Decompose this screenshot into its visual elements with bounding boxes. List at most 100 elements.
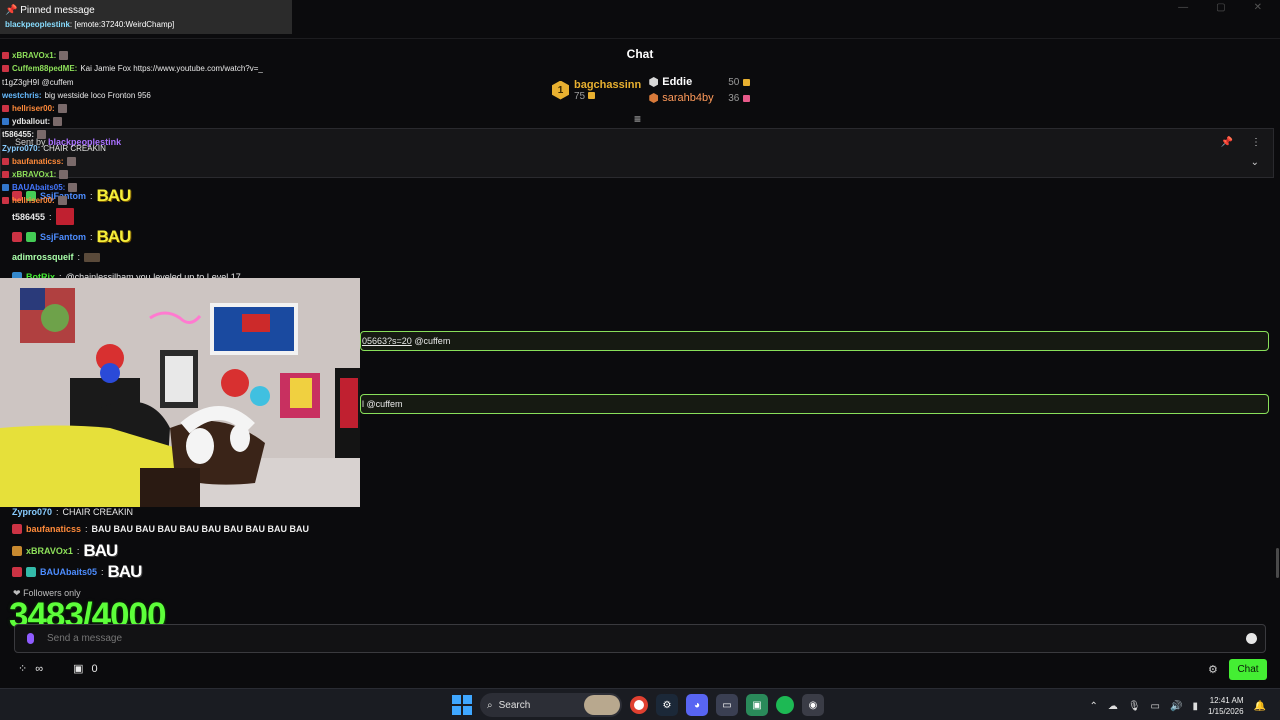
leaderboard-rank-3[interactable]: sarahb4by 36 [649, 92, 751, 104]
chat-message: BAUAbaits05: BAU [12, 562, 143, 582]
overlay-username: hellriser00: [12, 196, 55, 206]
overlay-username: xBRAVOx1: [12, 169, 57, 179]
link-text[interactable]: l [362, 399, 364, 409]
overlay-chat-line: xBRAVOx1: [2, 49, 302, 62]
overlay-username: hellriser00: [12, 103, 55, 113]
emote-icon [55, 208, 74, 225]
settings-gear-icon[interactable]: ⚙ [1208, 663, 1218, 676]
badge-icon [12, 232, 22, 242]
app-icon[interactable]: ▣ [746, 694, 768, 716]
gift-icon[interactable]: ▣ [73, 662, 83, 675]
microphone-icon[interactable] [27, 633, 34, 644]
overlay-chat-line: Cuffem88pedME: Kai Jamie Fox https://www.… [2, 62, 302, 75]
username[interactable]: xBRAVOx1 [26, 546, 73, 556]
overlay-username: baufanaticss: [12, 156, 64, 166]
maximize-icon[interactable]: ▢ [1216, 2, 1225, 13]
username[interactable]: BAUAbaits05 [40, 567, 97, 577]
close-icon[interactable]: ✕ [1254, 2, 1262, 13]
window-controls: — ▢ ✕ [1178, 2, 1262, 13]
chrome-active-icon[interactable]: ◉ [802, 694, 824, 716]
overlay-message-text: Kai Jamie Fox https://www.youtube.com/wa… [80, 64, 263, 74]
chat-message: SsjFantom: BAU [12, 227, 131, 247]
battery-icon[interactable]: ▮ [1192, 701, 1198, 712]
overlay-username: t586455: [2, 130, 35, 140]
overlay-username: BAUAbaits05: [12, 183, 66, 193]
username[interactable]: t586455 [12, 212, 45, 222]
badge-icon [2, 197, 9, 205]
infinity-icon[interactable]: ∞ [35, 663, 43, 675]
message-text: BAU BAU BAU BAU BAU BAU BAU BAU BAU BAU [91, 524, 310, 534]
badge-icon [2, 105, 9, 113]
leaderboard-points: 50 [728, 76, 740, 88]
badge-icon [12, 567, 22, 577]
chat-message: baufanaticss: BAU BAU BAU BAU BAU BAU BA… [12, 524, 309, 534]
emote-icon [59, 169, 69, 179]
mic-tray-icon[interactable]: 🎙 [1128, 701, 1141, 712]
minimize-icon[interactable]: — [1178, 2, 1188, 13]
leaderboard-rank-1[interactable]: 1 bagchassinn 75 [552, 76, 641, 104]
chat-send-button[interactable]: Chat [1229, 659, 1267, 680]
chat-message: adimrossqueif: [12, 252, 101, 262]
volume-icon[interactable]: 🔊 [1170, 701, 1182, 712]
overlay-chat-line: hellriser00: [2, 194, 302, 207]
message-input[interactable] [47, 633, 1197, 644]
leaderboard: 1 bagchassinn 75 Eddie 50 sarahb4by 36 [552, 76, 751, 104]
pin-icon[interactable]: 📌 [1221, 137, 1233, 148]
bau-emote: BAU [107, 562, 143, 581]
overlay-chat-line: westchris: big westside loco Fronton 956 [2, 89, 302, 102]
chevron-down-icon[interactable]: ⌄ [1251, 157, 1259, 168]
emote-icon [59, 51, 69, 61]
overlay-chat-line: baufanaticss: [2, 155, 302, 168]
mention-message: 05663?s=20 @cuffem [360, 331, 1269, 351]
bronze-medal-icon [649, 93, 659, 103]
spotify-icon[interactable] [776, 696, 794, 714]
chat-scrollbar[interactable] [1276, 548, 1279, 578]
coin-icon [743, 78, 751, 86]
overlay-username: ydballout: [12, 117, 51, 127]
taskbar-search-label: Search [498, 699, 531, 711]
username[interactable]: SsjFantom [40, 232, 86, 242]
windows-start-icon[interactable] [452, 695, 472, 715]
username[interactable]: adimrossqueif [12, 252, 74, 262]
emote-icon [84, 252, 101, 262]
badge-icon [12, 524, 22, 534]
overlay-chat-line: ydballout: [2, 115, 302, 128]
username[interactable]: baufanaticss [26, 524, 81, 534]
username[interactable]: Zypro070 [12, 507, 52, 517]
overlay-chat-line: xBRAVOx1: [2, 168, 302, 181]
steam-icon[interactable]: ⚙ [656, 694, 678, 716]
emote-icon [57, 104, 67, 114]
more-options-icon[interactable]: ⋮ [1251, 137, 1261, 148]
overlay-chat-line: BAUAbaits05: [2, 181, 302, 194]
search-icon: ⌕ [487, 699, 493, 711]
taskbar-search[interactable]: ⌕ Search [480, 693, 622, 717]
discord-icon[interactable]: ◕ [686, 694, 708, 716]
overlay-chat: xBRAVOx1: Cuffem88pedME: Kai Jamie Fox htt… [2, 36, 302, 207]
expand-leaderboard-icon[interactable]: ≡ [634, 112, 641, 126]
mention-text[interactable]: @cuffem [414, 336, 450, 346]
mention-text[interactable]: @cuffem [367, 399, 403, 409]
app-icon[interactable]: ▭ [716, 694, 738, 716]
leaderboard-points: 36 [728, 92, 740, 104]
chat-message: xBRAVOx1: BAU [12, 541, 118, 561]
share-icon[interactable]: ⁘ [18, 662, 27, 675]
taskbar-clock[interactable]: 12:41 AM 1/15/2026 [1208, 695, 1244, 717]
emoji-icon[interactable] [1246, 633, 1257, 644]
network-icon[interactable]: ▭ [1151, 701, 1160, 712]
leaderboard-rank-2[interactable]: Eddie 50 [649, 76, 751, 88]
leaderboard-name: sarahb4by [662, 92, 714, 104]
subscriber-badge-icon [26, 567, 36, 577]
cloud-icon[interactable]: ☁ [1108, 701, 1118, 712]
chrome-icon[interactable] [630, 696, 648, 714]
emote-icon [57, 196, 67, 206]
chevron-up-icon[interactable]: ⌃ [1089, 701, 1097, 712]
message-input-box[interactable] [14, 624, 1266, 653]
silver-medal-icon [649, 77, 659, 87]
link-text[interactable]: 05663?s=20 [362, 336, 412, 346]
overlay-username: Zypro070: [2, 143, 41, 153]
leaderboard-name: bagchassinn [574, 78, 642, 91]
notification-icon[interactable]: 🔔 [1254, 701, 1266, 712]
overlay-pinned-title: 📌 Pinned message [5, 5, 95, 16]
bau-emote: BAU [83, 541, 118, 560]
overlay-username: westchris: [2, 90, 42, 100]
